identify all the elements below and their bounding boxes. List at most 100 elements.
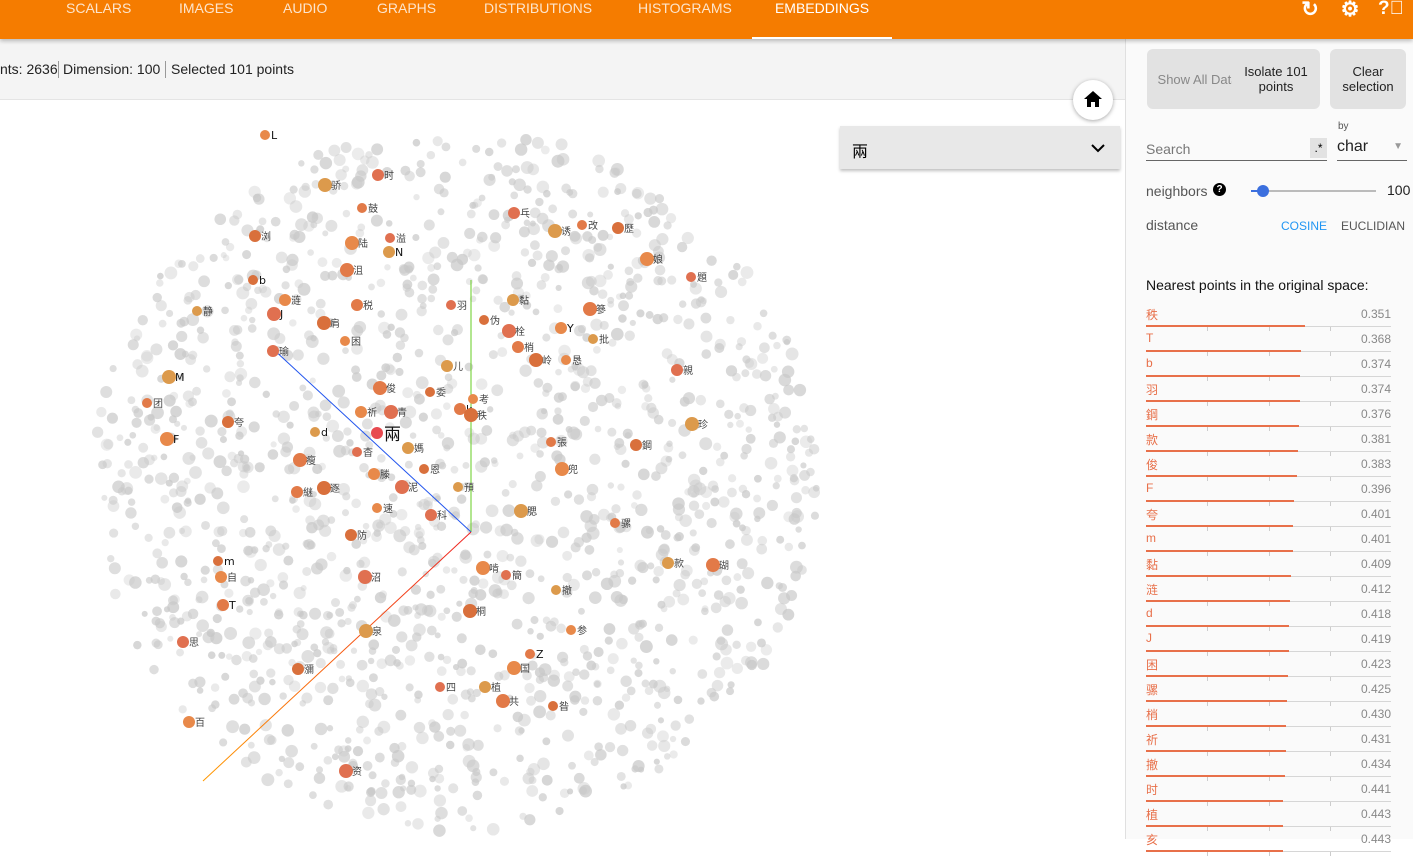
data-point[interactable]	[745, 426, 752, 433]
data-point[interactable]	[731, 662, 743, 675]
neighbor-point[interactable]	[583, 302, 597, 316]
data-point[interactable]	[616, 547, 623, 554]
data-point[interactable]	[141, 610, 148, 617]
neighbor-point[interactable]	[402, 442, 414, 454]
data-point[interactable]	[416, 306, 427, 317]
data-point[interactable]	[637, 468, 650, 481]
data-point[interactable]	[307, 306, 316, 315]
neighbor-point[interactable]	[453, 482, 463, 492]
data-point[interactable]	[351, 365, 361, 375]
data-point[interactable]	[629, 319, 636, 327]
data-point[interactable]	[261, 773, 275, 787]
neighbor-point[interactable]	[267, 307, 281, 321]
data-point[interactable]	[158, 319, 167, 328]
data-point[interactable]	[586, 483, 599, 496]
data-point[interactable]	[273, 610, 284, 620]
data-point[interactable]	[530, 616, 539, 625]
neighbor-point[interactable]	[464, 408, 478, 422]
data-point[interactable]	[502, 504, 516, 518]
data-point[interactable]	[607, 263, 614, 270]
data-point[interactable]	[331, 430, 344, 442]
data-point[interactable]	[667, 275, 677, 285]
data-point[interactable]	[511, 165, 520, 174]
data-point[interactable]	[323, 610, 333, 621]
data-point[interactable]	[620, 209, 630, 218]
nearest-point-row[interactable]: T 0.368	[1146, 327, 1391, 356]
neighbor-point[interactable]	[215, 571, 227, 583]
data-point[interactable]	[275, 251, 288, 264]
data-point[interactable]	[232, 274, 244, 286]
neighbor-point[interactable]	[340, 263, 354, 277]
data-point[interactable]	[407, 779, 416, 788]
data-point[interactable]	[653, 414, 664, 425]
data-point[interactable]	[606, 666, 615, 675]
data-point[interactable]	[559, 788, 570, 799]
data-point[interactable]	[180, 525, 192, 538]
data-point[interactable]	[442, 566, 451, 574]
neighbor-point[interactable]	[373, 381, 387, 395]
data-point[interactable]	[531, 136, 544, 149]
data-point[interactable]	[443, 402, 451, 410]
isolate-points-button[interactable]: Isolate 101 points	[1232, 49, 1320, 109]
data-point[interactable]	[585, 365, 597, 377]
neighbor-point[interactable]	[640, 252, 654, 266]
data-point[interactable]	[557, 526, 570, 539]
data-point[interactable]	[511, 618, 523, 630]
data-point[interactable]	[426, 150, 436, 160]
data-point[interactable]	[533, 705, 546, 719]
data-point[interactable]	[757, 352, 769, 364]
data-point[interactable]	[258, 692, 271, 706]
data-point[interactable]	[785, 347, 799, 361]
data-point[interactable]	[130, 328, 143, 341]
data-point[interactable]	[424, 651, 435, 662]
data-point[interactable]	[331, 257, 342, 268]
data-point[interactable]	[484, 147, 494, 157]
data-point[interactable]	[196, 631, 203, 638]
data-point[interactable]	[475, 378, 488, 390]
data-point[interactable]	[429, 246, 442, 259]
data-point[interactable]	[138, 442, 149, 453]
data-point[interactable]	[778, 592, 791, 605]
data-point[interactable]	[580, 696, 590, 705]
data-point[interactable]	[688, 500, 700, 511]
neighbor-point[interactable]	[529, 353, 543, 367]
data-point[interactable]	[163, 526, 176, 539]
data-point[interactable]	[322, 412, 332, 421]
data-point[interactable]	[466, 522, 480, 536]
data-point[interactable]	[457, 658, 468, 669]
data-point[interactable]	[624, 266, 634, 276]
data-point[interactable]	[433, 183, 445, 195]
data-point[interactable]	[182, 452, 196, 465]
data-point[interactable]	[432, 136, 443, 147]
data-point[interactable]	[262, 390, 270, 399]
neighbor-point[interactable]	[372, 503, 382, 513]
data-point[interactable]	[478, 194, 486, 202]
data-point[interactable]	[409, 432, 417, 439]
neighbor-point[interactable]	[352, 447, 362, 457]
neighbor-point[interactable]	[317, 481, 331, 495]
data-point[interactable]	[684, 488, 692, 496]
data-point[interactable]	[237, 450, 245, 457]
data-point[interactable]	[387, 323, 395, 332]
data-point[interactable]	[666, 353, 678, 365]
data-point[interactable]	[342, 209, 351, 218]
data-point[interactable]	[297, 282, 311, 296]
data-point[interactable]	[745, 656, 758, 669]
data-point[interactable]	[183, 498, 192, 507]
data-point[interactable]	[418, 412, 428, 422]
data-point[interactable]	[488, 240, 501, 252]
data-point[interactable]	[173, 506, 186, 519]
data-point[interactable]	[684, 714, 695, 724]
data-point[interactable]	[733, 262, 741, 271]
data-point[interactable]	[673, 695, 683, 705]
data-point[interactable]	[582, 570, 592, 581]
data-point[interactable]	[433, 262, 442, 271]
data-point[interactable]	[736, 337, 747, 347]
data-point[interactable]	[607, 427, 617, 437]
data-point[interactable]	[584, 544, 595, 555]
data-point[interactable]	[477, 274, 488, 285]
data-point[interactable]	[283, 192, 297, 205]
data-point[interactable]	[127, 498, 136, 506]
data-point[interactable]	[701, 349, 712, 359]
data-point[interactable]	[278, 755, 286, 763]
